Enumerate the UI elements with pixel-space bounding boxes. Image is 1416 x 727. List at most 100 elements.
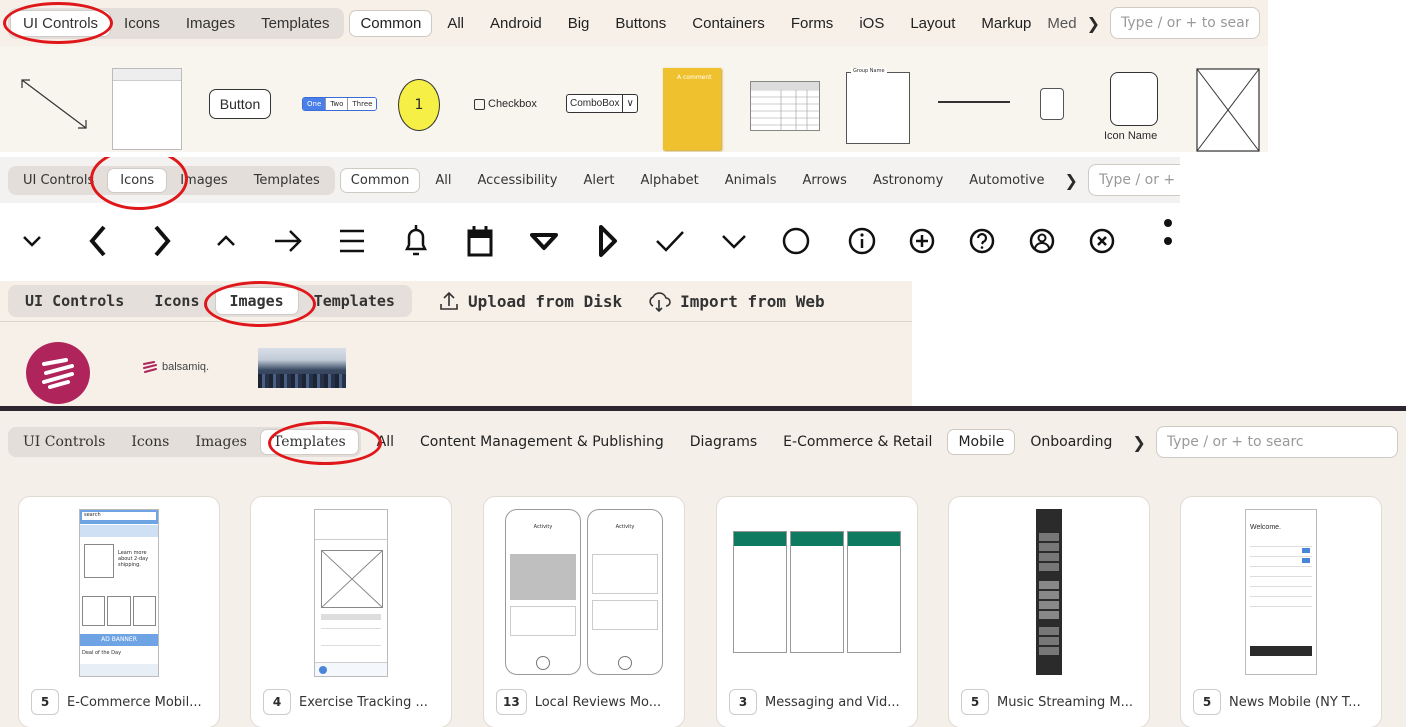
arrow-control[interactable] [18,76,92,134]
photo-thumbnail-image[interactable] [258,348,346,388]
data-grid-control[interactable] [750,81,820,131]
category-content-management[interactable]: Content Management & Publishing [410,430,674,454]
bell-icon[interactable] [398,221,434,261]
category-forms[interactable]: Forms [781,11,844,36]
category-common[interactable]: Common [350,10,432,36]
balsamiq-logo-image[interactable] [26,342,90,404]
chevron-down-icon[interactable] [14,221,50,261]
chevron-left-bold-icon[interactable] [80,221,116,261]
group-box-control[interactable]: Group Name [846,68,910,144]
category-layout[interactable]: Layout [900,11,965,36]
search-field[interactable] [1155,426,1398,458]
menu-icon[interactable] [334,221,370,261]
template-card[interactable]: 3 Messaging and Vid... [716,496,918,727]
category-mobile[interactable]: Mobile [948,430,1015,454]
segment-one[interactable]: One [303,98,326,110]
question-circle-icon[interactable] [964,221,1000,261]
tab-ui-controls[interactable]: UI Controls [11,288,138,314]
checkbox-box[interactable] [474,98,485,110]
tab-icons[interactable]: Icons [108,168,167,192]
icon-placeholder-control[interactable] [1110,72,1158,126]
category-ecommerce[interactable]: E-Commerce & Retail [773,430,942,454]
tab-images[interactable]: Images [168,169,240,192]
tab-images[interactable]: Images [215,288,298,314]
category-android[interactable]: Android [480,11,552,36]
plus-circle-icon[interactable] [904,221,940,261]
close-circle-icon[interactable] [1084,221,1120,261]
tab-icons[interactable]: Icons [140,288,213,314]
chevron-right-icon[interactable]: ❯ [1060,171,1081,190]
caret-right-icon[interactable] [590,221,626,261]
category-accessibility[interactable]: Accessibility [467,169,567,192]
check-icon[interactable] [652,221,688,261]
search-input[interactable] [1121,15,1249,31]
category-buttons[interactable]: Buttons [605,11,676,36]
tab-templates[interactable]: Templates [242,169,332,192]
category-automotive[interactable]: Automotive [959,169,1054,192]
button-control[interactable]: Button [209,89,271,119]
template-card[interactable]: search Learn more about 2-day shipping. … [18,496,220,727]
calendar-icon[interactable] [462,221,498,261]
checkbox-control[interactable]: Checkbox [474,98,537,110]
category-diagrams[interactable]: Diagrams [680,430,767,454]
category-markup[interactable]: Markup [971,11,1041,36]
import-from-web-button[interactable]: Import from Web [646,290,825,312]
segment-three[interactable]: Three [347,98,377,110]
chevron-down-icon[interactable]: ∨ [622,95,636,112]
number-badge-control[interactable]: 1 [398,79,440,131]
category-alert[interactable]: Alert [573,169,624,192]
info-circle-icon[interactable] [844,221,880,261]
caret-down-icon[interactable] [526,221,562,261]
tab-icons[interactable]: Icons [112,11,172,36]
category-astronomy[interactable]: Astronomy [863,169,953,192]
segmented-control[interactable]: One Two Three [302,97,378,111]
tab-images[interactable]: Images [174,11,247,36]
chevron-right-icon[interactable]: ❯ [1083,14,1104,33]
segment-two[interactable]: Two [325,98,348,110]
category-big[interactable]: Big [558,11,600,36]
horizontal-rule-control[interactable] [938,101,1010,103]
tab-ui-controls[interactable]: UI Controls [11,430,117,454]
template-card[interactable]: Welcome. 5 News Mobile (NY T... [1180,496,1382,727]
tab-ui-controls[interactable]: UI Controls [11,169,106,192]
template-card[interactable]: Activity Activity 13 Local Reviews Mo... [483,496,685,727]
browser-window-control[interactable] [112,68,182,150]
category-all[interactable]: All [367,430,404,454]
tab-templates[interactable]: Templates [260,430,358,454]
category-all[interactable]: All [437,11,474,36]
search-field[interactable] [1087,164,1180,196]
category-animals[interactable]: Animals [715,169,787,192]
chevron-right-bold-icon[interactable] [144,221,180,261]
upload-from-disk-button[interactable]: Upload from Disk [438,290,622,312]
category-ios[interactable]: iOS [849,11,894,36]
circle-icon[interactable] [778,221,814,261]
image-placeholder-control[interactable] [1196,68,1260,152]
search-input[interactable] [1098,172,1180,188]
tab-templates[interactable]: Templates [249,11,341,36]
chevron-right-icon[interactable]: ❯ [1128,433,1149,452]
tab-icons[interactable]: Icons [119,430,181,454]
category-onboarding[interactable]: Onboarding [1020,430,1122,454]
combobox-control[interactable]: ComboBox ∨ [566,94,638,113]
tab-ui-controls[interactable]: UI Controls [11,10,111,36]
chevron-down-thin-icon[interactable] [716,221,752,261]
chevron-up-icon[interactable] [208,221,244,261]
category-containers[interactable]: Containers [682,11,775,36]
more-vertical-icon[interactable] [1150,215,1180,255]
search-field[interactable] [1110,7,1260,39]
sticky-note-control[interactable]: A comment [663,68,721,150]
category-all[interactable]: All [425,169,461,192]
arrow-right-icon[interactable] [270,221,306,261]
rectangle-control[interactable] [1040,88,1064,120]
category-common[interactable]: Common [340,168,420,192]
search-input[interactable] [1166,434,1387,450]
template-card[interactable]: 4 Exercise Tracking ... [250,496,452,727]
template-card[interactable]: 5 Music Streaming M... [948,496,1150,727]
tab-templates[interactable]: Templates [300,288,409,314]
category-alphabet[interactable]: Alphabet [630,169,708,192]
balsamiq-wordmark-image[interactable]: balsamiq. [142,361,209,373]
category-arrows[interactable]: Arrows [793,169,857,192]
category-overflow[interactable]: Med [1047,15,1076,32]
tab-images[interactable]: Images [183,430,259,454]
user-circle-icon[interactable] [1024,221,1060,261]
